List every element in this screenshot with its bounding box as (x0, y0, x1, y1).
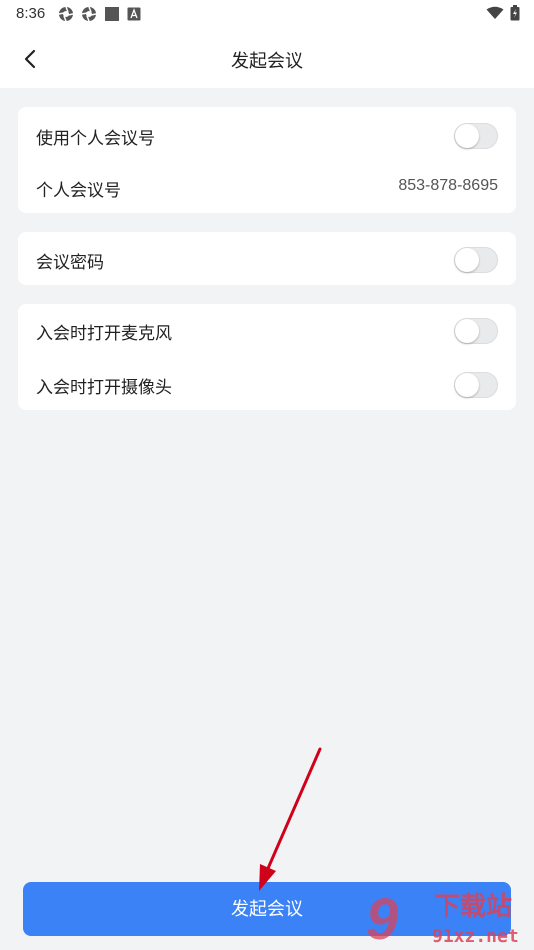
camera-on-join-label: 入会时打开摄像头 (36, 378, 172, 397)
toggle-knob (455, 373, 479, 397)
use-personal-id-row: 使用个人会议号 (18, 109, 516, 161)
mic-on-join-toggle[interactable] (454, 318, 498, 344)
join-options-card: 入会时打开麦克风 入会时打开摄像头 (18, 304, 516, 410)
watermark-logo-icon: 9 下载站 91xz.net (366, 887, 519, 947)
status-system-icons (486, 5, 520, 21)
status-time: 8:36 (16, 5, 46, 22)
status-bar: 8:36 (0, 0, 534, 28)
personal-id-label: 个人会议号 (36, 181, 121, 200)
annotation-arrow-icon (259, 747, 322, 891)
watermark-brand: 下载站 (434, 892, 512, 922)
password-toggle[interactable] (454, 247, 498, 273)
password-label: 会议密码 (36, 253, 104, 272)
wifi-icon (486, 6, 504, 19)
toggle-knob (455, 124, 479, 148)
password-card: 会议密码 (18, 232, 516, 285)
square-icon (105, 7, 119, 21)
camera-on-join-row: 入会时打开摄像头 (18, 358, 516, 410)
battery-icon (510, 5, 520, 21)
page-title: 发起会议 (231, 51, 303, 71)
status-notification-icons (58, 6, 141, 22)
watermark: 9 下载站 91xz.net (362, 885, 532, 947)
personal-id-row: 个人会议号 853-878-8695 (18, 161, 516, 213)
navigation-bar: 发起会议 (0, 28, 534, 88)
personal-meeting-card: 使用个人会议号 个人会议号 853-878-8695 (18, 107, 516, 213)
personal-id-value: 853-878-8695 (398, 177, 498, 194)
use-personal-id-label: 使用个人会议号 (36, 129, 155, 148)
camera-on-join-toggle[interactable] (454, 372, 498, 398)
use-personal-id-toggle[interactable] (454, 123, 498, 149)
toggle-knob (455, 248, 479, 272)
aperture-icon (81, 6, 97, 22)
watermark-domain: 91xz.net (432, 926, 519, 947)
text-a-icon (127, 7, 141, 21)
watermark-logo-glyph: 9 (366, 887, 398, 947)
toggle-knob (455, 319, 479, 343)
aperture-icon (58, 6, 74, 22)
mic-on-join-row: 入会时打开麦克风 (18, 304, 516, 356)
mic-on-join-label: 入会时打开麦克风 (36, 324, 172, 343)
password-row: 会议密码 (18, 233, 516, 285)
